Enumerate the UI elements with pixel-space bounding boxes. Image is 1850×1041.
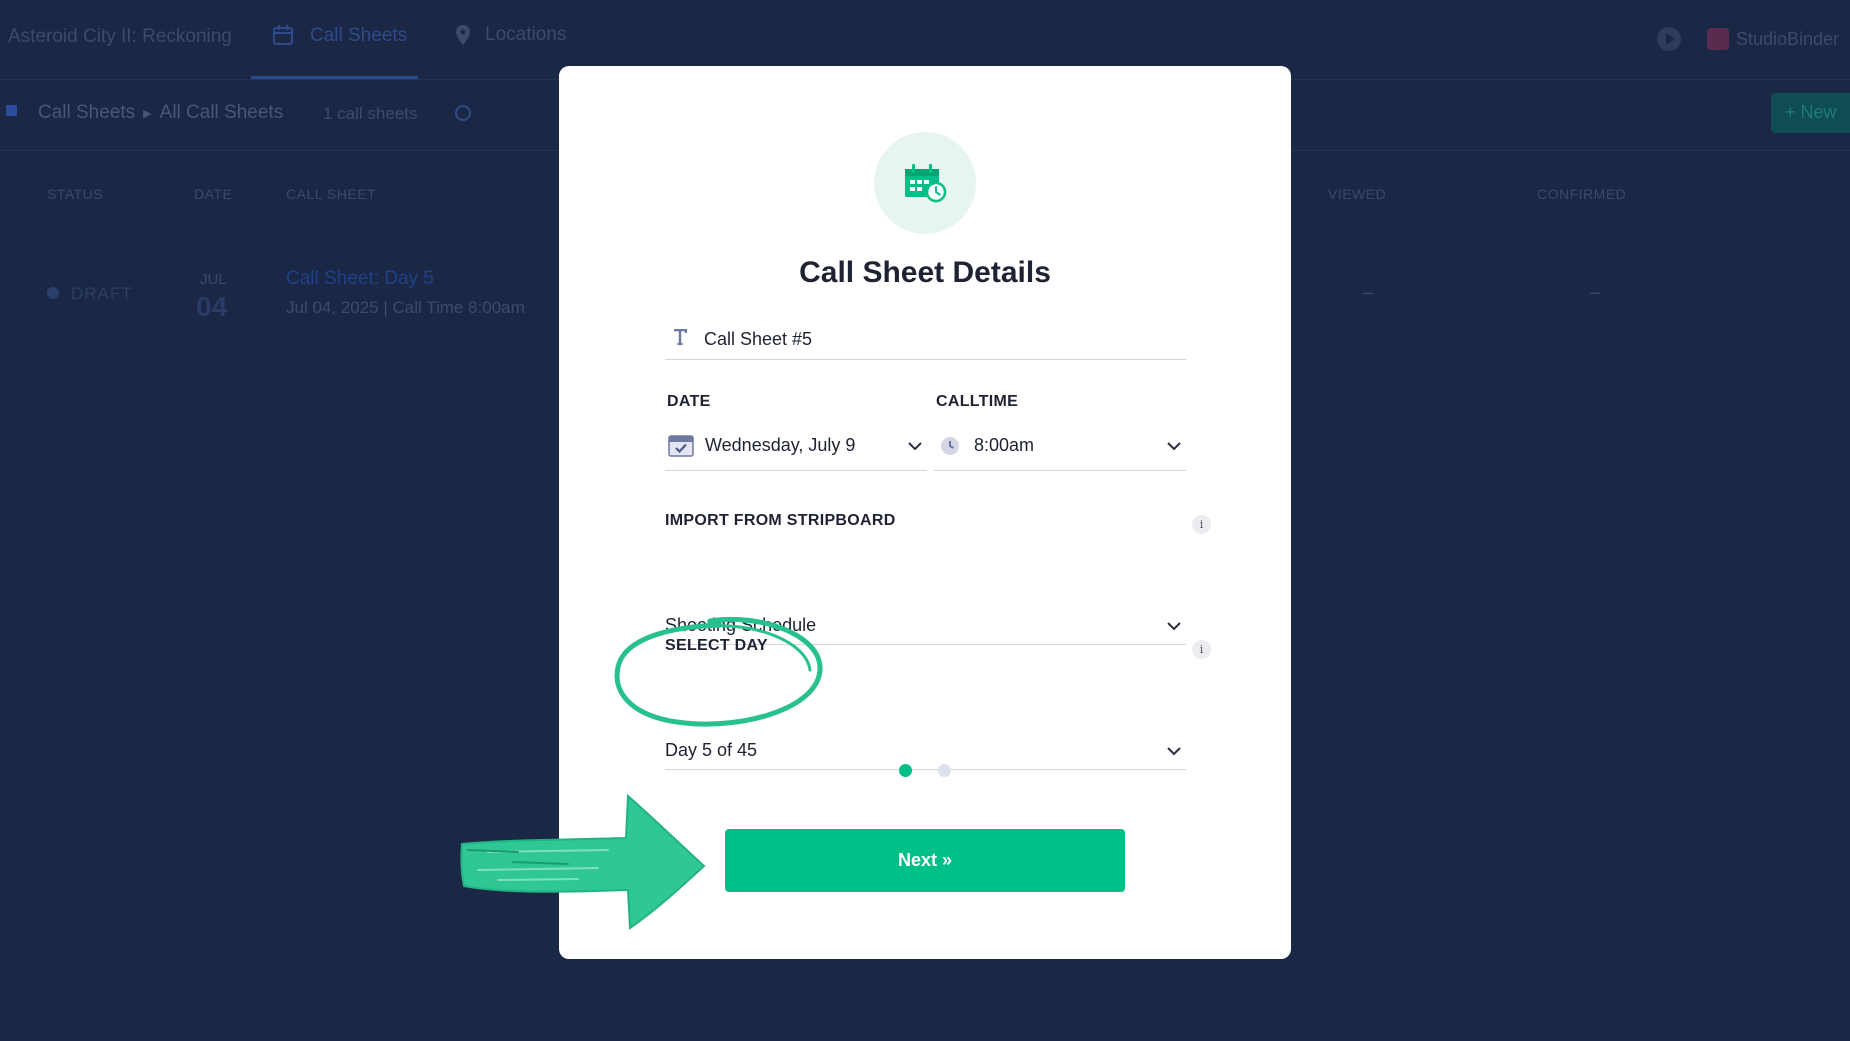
nav-tab-label: Locations xyxy=(485,24,567,45)
calendar-check-icon xyxy=(668,435,694,457)
chevron-down-icon xyxy=(1167,442,1181,451)
call-sheet-name-field[interactable]: Call Sheet #5 xyxy=(665,316,1186,360)
search-icon[interactable] xyxy=(455,105,471,121)
info-icon[interactable]: i xyxy=(1192,515,1211,534)
row-viewed-value: – xyxy=(1363,282,1374,302)
chevron-down-icon xyxy=(908,442,922,451)
section-marker-icon xyxy=(6,105,17,116)
date-select[interactable]: Wednesday, July 9 xyxy=(665,421,927,471)
calltime-select[interactable]: 8:00am xyxy=(934,421,1186,471)
calendar-icon xyxy=(273,25,293,45)
breadcrumb-current[interactable]: All Call Sheets xyxy=(160,102,284,124)
column-header-call-sheet[interactable]: CALL SHEET xyxy=(286,186,376,202)
date-value: Wednesday, July 9 xyxy=(705,435,856,455)
breadcrumb: Call Sheets ▶ All Call Sheets xyxy=(38,102,283,124)
pager-dot[interactable] xyxy=(938,764,951,777)
select-day-select[interactable]: Day 5 of 45 xyxy=(665,728,1186,770)
nav-tab-call-sheets[interactable]: Call Sheets xyxy=(272,24,407,48)
column-header-status[interactable]: STATUS xyxy=(47,186,103,202)
nav-tab-label: Call Sheets xyxy=(310,25,408,46)
column-header-viewed[interactable]: VIEWED xyxy=(1328,186,1386,202)
calltime-value: 8:00am xyxy=(974,435,1035,455)
sheet-count: 1 call sheets xyxy=(323,104,418,123)
text-icon xyxy=(674,329,687,345)
studiobinder-logo-icon xyxy=(1707,28,1729,50)
next-button[interactable]: Next » xyxy=(725,829,1125,892)
row-date-month: JUL xyxy=(200,271,227,288)
info-icon[interactable]: i xyxy=(1192,640,1211,659)
import-stripboard-label: IMPORT FROM STRIPBOARD xyxy=(665,512,896,529)
modal-title: Call Sheet Details xyxy=(799,256,1051,289)
map-pin-icon xyxy=(456,25,470,45)
status-dot-icon xyxy=(47,287,59,299)
date-label: DATE xyxy=(667,393,711,410)
row-call-sheet-subtitle: Jul 04, 2025 | Call Time 8:00am xyxy=(286,298,525,317)
import-stripboard-value: Shooting Schedule xyxy=(665,615,817,635)
calltime-label: CALLTIME xyxy=(936,393,1019,410)
nav-tab-locations[interactable]: Locations xyxy=(455,24,566,46)
column-header-confirmed[interactable]: CONFIRMED xyxy=(1537,186,1626,202)
calendar-clock-icon xyxy=(874,132,976,234)
project-title[interactable]: Asteroid City II: Reckoning xyxy=(8,26,232,48)
caret-right-icon: ▶ xyxy=(143,107,152,120)
pager-dot-active[interactable] xyxy=(899,764,912,777)
new-call-sheet-button[interactable]: + New xyxy=(1771,93,1850,133)
play-icon[interactable] xyxy=(1657,27,1681,51)
select-day-value: Day 5 of 45 xyxy=(665,740,758,760)
breadcrumb-root[interactable]: Call Sheets xyxy=(38,102,135,124)
row-date-day: 04 xyxy=(196,291,228,322)
column-header-date[interactable]: DATE xyxy=(194,186,232,202)
clock-icon xyxy=(941,437,959,455)
chevron-down-icon xyxy=(1167,622,1181,631)
call-sheet-details-modal: Call Sheet Details Call Sheet #5 DATE We… xyxy=(559,66,1291,959)
active-tab-indicator xyxy=(251,76,418,79)
brand-name[interactable]: StudioBinder xyxy=(1736,29,1839,50)
chevron-down-icon xyxy=(1167,747,1181,756)
select-day-label: SELECT DAY xyxy=(665,637,768,654)
call-sheet-name-value: Call Sheet #5 xyxy=(704,329,813,349)
row-call-sheet-title[interactable]: Call Sheet: Day 5 xyxy=(286,268,434,290)
status-badge: DRAFT xyxy=(71,284,133,303)
row-confirmed-value: – xyxy=(1590,282,1601,302)
